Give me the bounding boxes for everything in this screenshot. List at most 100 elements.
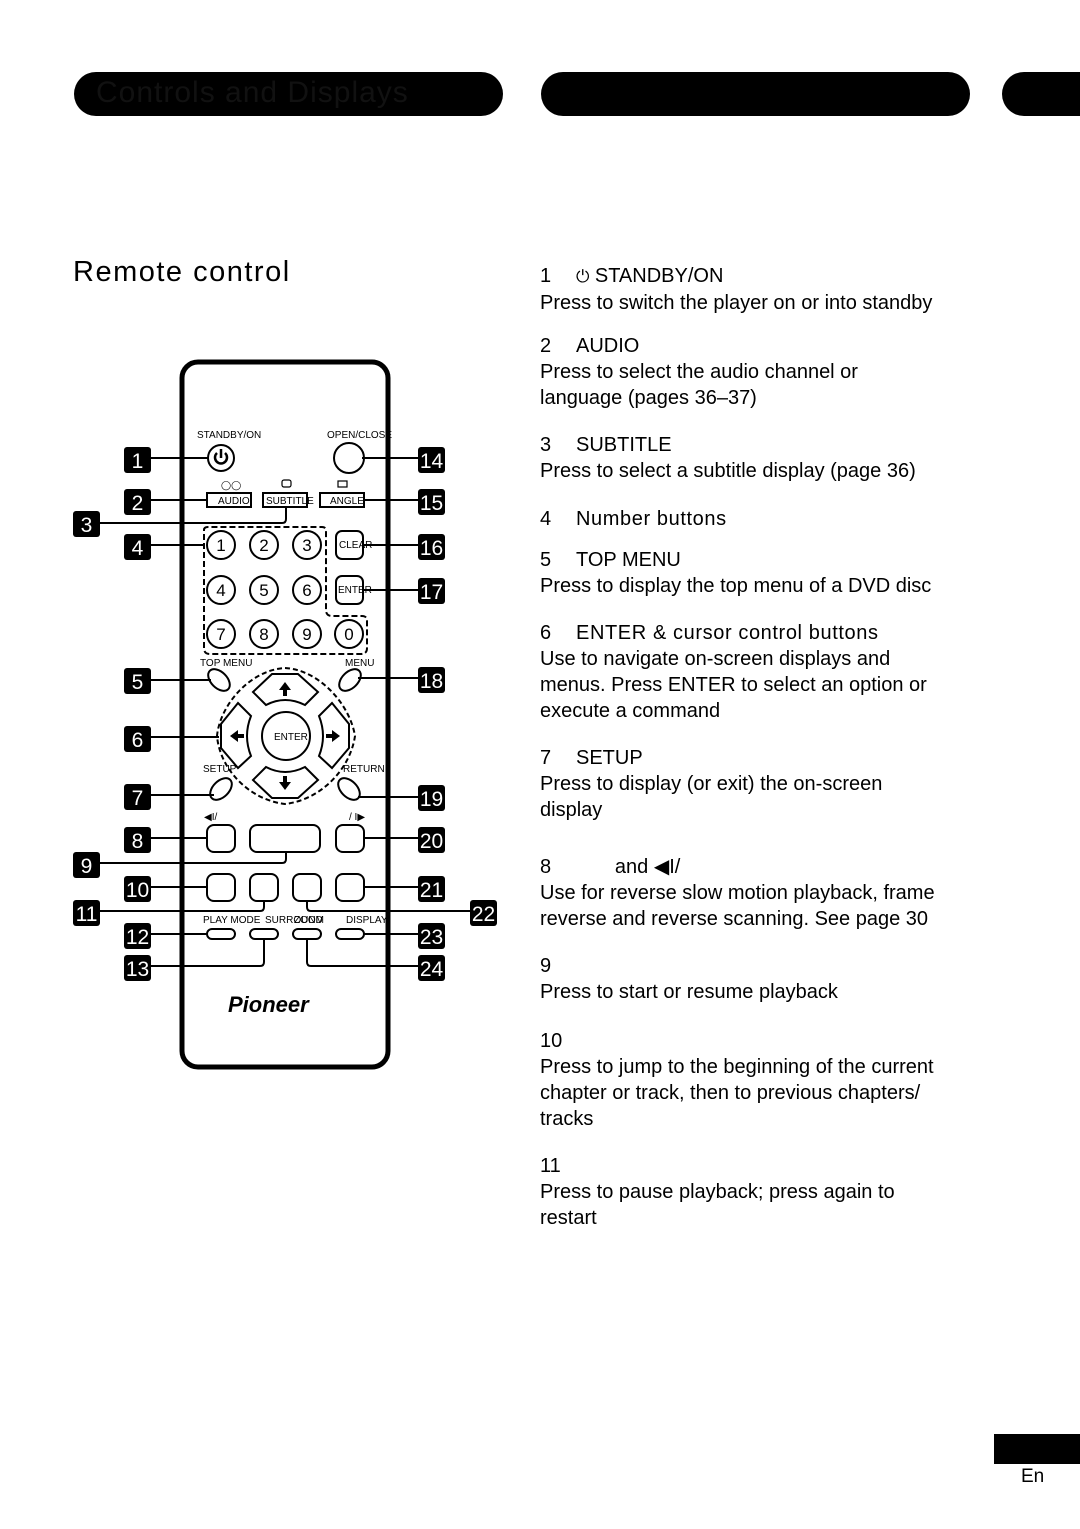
svg-text:22: 22 (472, 903, 495, 926)
svg-text:2: 2 (132, 492, 144, 515)
digit-button-1[interactable]: 1 (206, 530, 236, 560)
item-heading: 11 (540, 1153, 980, 1179)
digit-button-4[interactable]: 4 (206, 575, 236, 605)
svg-text:13: 13 (126, 958, 149, 981)
svg-text:0: 0 (344, 625, 353, 644)
callout-15: 15 (418, 489, 445, 515)
item-heading: 5 TOP MENU (540, 547, 980, 573)
item-title: TOP MENU (576, 549, 681, 571)
svg-text:16: 16 (420, 537, 443, 560)
callout-20: 20 (418, 827, 445, 853)
digit-button-2[interactable]: 2 (249, 530, 279, 560)
play-mode-button[interactable] (206, 928, 236, 940)
callout-11: 11 (73, 900, 100, 926)
slow-reverse-label: ◀I/ (204, 812, 217, 823)
svg-text:24: 24 (420, 958, 444, 981)
svg-text:20: 20 (420, 830, 443, 853)
play-button[interactable] (249, 824, 321, 853)
forward-button[interactable] (335, 824, 365, 853)
item-description: Press to jump to the beginning of the cu… (540, 1056, 934, 1130)
audio-button[interactable]: AUDIO (206, 492, 252, 508)
digit-button-6[interactable]: 6 (292, 575, 322, 605)
callout-10: 10 (124, 876, 151, 902)
svg-text:19: 19 (420, 788, 443, 811)
open-close-button[interactable] (333, 442, 365, 474)
svg-text:14: 14 (420, 450, 444, 473)
standby-button[interactable] (207, 444, 235, 472)
digit-button-5[interactable]: 5 (249, 575, 279, 605)
callout-3: 3 (73, 511, 100, 537)
item-number: 9 (540, 955, 552, 977)
zoom-button[interactable] (292, 928, 322, 940)
item-2: 2 AUDIO Press to select the audio channel … (540, 333, 980, 411)
setup-button[interactable] (206, 774, 236, 804)
item-title: AUDIO (576, 335, 640, 357)
item-heading: 9 (540, 953, 980, 979)
angle-icon (337, 480, 348, 488)
return-label: RETURN (343, 764, 385, 775)
svg-text:9: 9 (81, 855, 93, 878)
callout-4: 4 (124, 534, 151, 560)
svg-text:7: 7 (216, 625, 225, 644)
svg-text:5: 5 (132, 671, 144, 694)
footer-page-bar (994, 1434, 1080, 1464)
callout-18: 18 (418, 667, 445, 693)
digit-button-8[interactable]: 8 (249, 619, 279, 649)
digit-button-7[interactable]: 7 (206, 619, 236, 649)
item-number: 7 (540, 747, 552, 769)
item-3: 3 SUBTITLE Press to select a subtitle disp… (540, 432, 980, 484)
zoom-label: ZOOM (294, 915, 324, 926)
header-bar-middle (541, 72, 970, 116)
arrow-left-icon (230, 730, 244, 742)
pause-button[interactable] (249, 873, 279, 902)
item-title: and ◀I/ (576, 856, 681, 878)
item-number: 2 (540, 335, 552, 357)
svg-text:23: 23 (420, 926, 443, 949)
svg-text:11: 11 (76, 903, 98, 926)
surround-button[interactable] (249, 928, 279, 940)
svg-text:4: 4 (216, 581, 225, 600)
item-5: 5 TOP MENU Press to display the top menu o… (540, 547, 980, 599)
svg-text:8: 8 (259, 625, 268, 644)
item-title: STANDBY/ON (594, 265, 724, 287)
callout-2: 2 (124, 489, 151, 515)
digit-button-0[interactable]: 0 (334, 619, 364, 649)
digit-button-9[interactable]: 9 (292, 619, 322, 649)
item-title: ENTER & cursor control buttons (576, 622, 879, 644)
stop-button[interactable] (292, 873, 322, 902)
item-title: Number buttons (576, 508, 727, 530)
item-description: Press to start or resume playback (540, 981, 838, 1003)
slow-forward-label: / I▶ (349, 812, 365, 823)
subtitle-button[interactable]: SUBTITLE (262, 492, 314, 508)
item-number: 3 (540, 434, 552, 456)
previous-button[interactable] (206, 873, 236, 902)
angle-button[interactable]: ANGLE (319, 492, 365, 508)
svg-text:3: 3 (81, 514, 93, 537)
svg-text:12: 12 (126, 926, 149, 949)
svg-text:1: 1 (216, 536, 225, 555)
display-button[interactable] (335, 928, 365, 940)
item-heading: 3 SUBTITLE (540, 432, 980, 458)
callout-21: 21 (418, 876, 445, 902)
item-number: 1 (540, 265, 552, 287)
svg-text:2: 2 (259, 536, 268, 555)
reverse-button[interactable] (206, 824, 236, 853)
callout-14: 14 (418, 447, 445, 473)
svg-text:18: 18 (420, 670, 443, 693)
digit-button-3[interactable]: 3 (292, 530, 322, 560)
item-description: Press to display (or exit) the on-screen… (540, 773, 883, 821)
svg-text:7: 7 (132, 787, 144, 810)
subtitle-icon (281, 479, 292, 488)
svg-text:17: 17 (420, 581, 443, 604)
next-button[interactable] (335, 873, 365, 902)
item-4: 4 Number buttons (540, 506, 980, 532)
svg-text:10: 10 (126, 879, 149, 902)
svg-text:5: 5 (259, 581, 268, 600)
enter-center-button[interactable]: ENTER (261, 711, 311, 761)
return-button[interactable] (334, 774, 364, 804)
svg-text:6: 6 (132, 729, 144, 752)
header-bar-right (1002, 72, 1080, 116)
callout-16: 16 (418, 534, 445, 560)
top-menu-label: TOP MENU (200, 658, 252, 669)
menu-button[interactable] (335, 665, 365, 695)
